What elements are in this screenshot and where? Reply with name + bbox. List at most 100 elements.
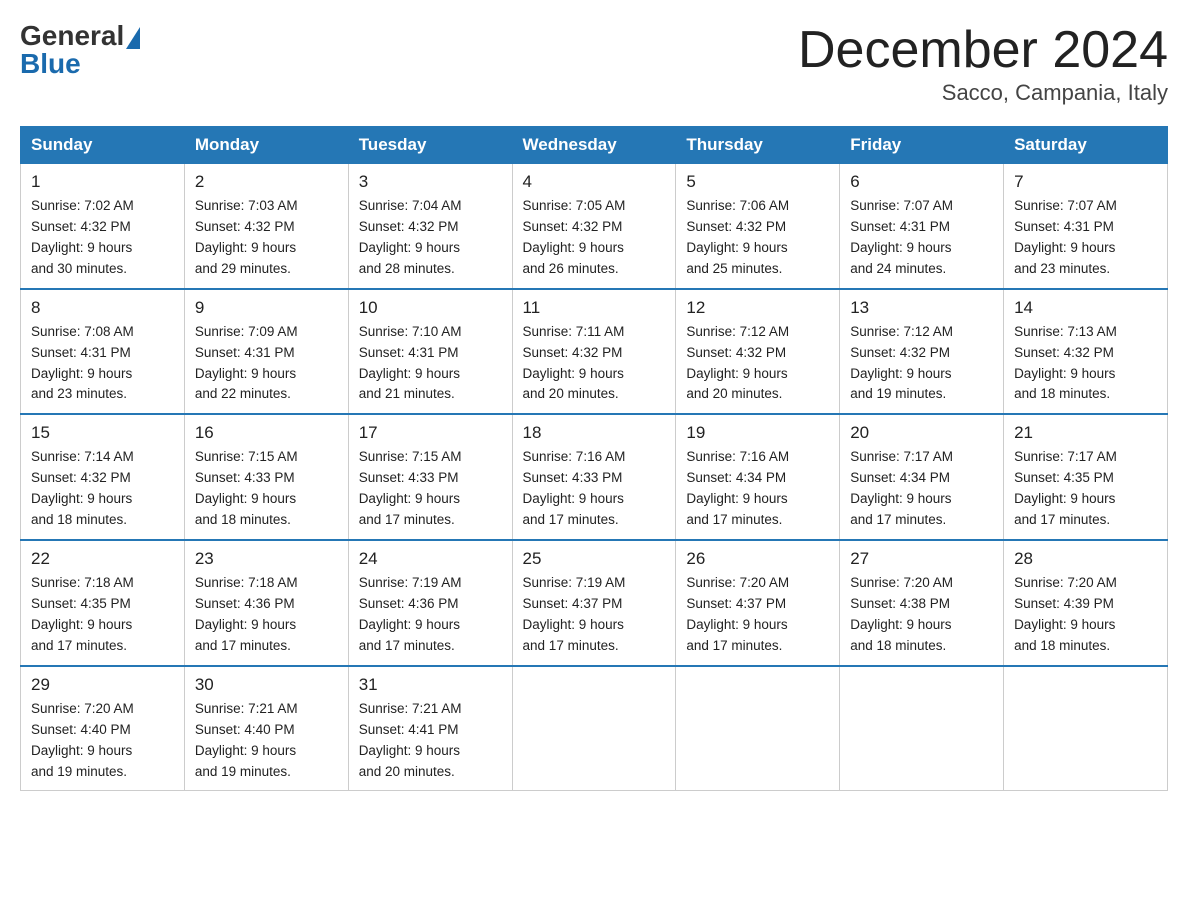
calendar-cell: 7 Sunrise: 7:07 AMSunset: 4:31 PMDayligh… [1004,164,1168,289]
week-row-1: 1 Sunrise: 7:02 AMSunset: 4:32 PMDayligh… [21,164,1168,289]
day-number: 28 [1014,549,1157,569]
day-info: Sunrise: 7:11 AMSunset: 4:32 PMDaylight:… [523,322,666,406]
calendar-cell: 8 Sunrise: 7:08 AMSunset: 4:31 PMDayligh… [21,289,185,415]
day-info: Sunrise: 7:15 AMSunset: 4:33 PMDaylight:… [359,447,502,531]
day-info: Sunrise: 7:10 AMSunset: 4:31 PMDaylight:… [359,322,502,406]
day-info: Sunrise: 7:21 AMSunset: 4:41 PMDaylight:… [359,699,502,783]
calendar-cell: 19 Sunrise: 7:16 AMSunset: 4:34 PMDaylig… [676,414,840,540]
day-number: 29 [31,675,174,695]
week-row-5: 29 Sunrise: 7:20 AMSunset: 4:40 PMDaylig… [21,666,1168,791]
day-number: 11 [523,298,666,318]
calendar-cell: 11 Sunrise: 7:11 AMSunset: 4:32 PMDaylig… [512,289,676,415]
day-info: Sunrise: 7:17 AMSunset: 4:35 PMDaylight:… [1014,447,1157,531]
day-info: Sunrise: 7:15 AMSunset: 4:33 PMDaylight:… [195,447,338,531]
calendar-cell [840,666,1004,791]
day-number: 18 [523,423,666,443]
page-header: General Blue December 2024 Sacco, Campan… [20,20,1168,106]
day-info: Sunrise: 7:16 AMSunset: 4:34 PMDaylight:… [686,447,829,531]
day-number: 19 [686,423,829,443]
day-number: 27 [850,549,993,569]
day-info: Sunrise: 7:20 AMSunset: 4:39 PMDaylight:… [1014,573,1157,657]
day-info: Sunrise: 7:19 AMSunset: 4:36 PMDaylight:… [359,573,502,657]
day-info: Sunrise: 7:04 AMSunset: 4:32 PMDaylight:… [359,196,502,280]
day-number: 3 [359,172,502,192]
calendar-cell: 27 Sunrise: 7:20 AMSunset: 4:38 PMDaylig… [840,540,1004,666]
day-info: Sunrise: 7:12 AMSunset: 4:32 PMDaylight:… [850,322,993,406]
col-header-saturday: Saturday [1004,127,1168,164]
calendar-cell: 25 Sunrise: 7:19 AMSunset: 4:37 PMDaylig… [512,540,676,666]
day-number: 15 [31,423,174,443]
day-info: Sunrise: 7:19 AMSunset: 4:37 PMDaylight:… [523,573,666,657]
col-header-monday: Monday [184,127,348,164]
calendar-cell [676,666,840,791]
calendar-cell: 26 Sunrise: 7:20 AMSunset: 4:37 PMDaylig… [676,540,840,666]
calendar-cell: 17 Sunrise: 7:15 AMSunset: 4:33 PMDaylig… [348,414,512,540]
calendar-cell: 6 Sunrise: 7:07 AMSunset: 4:31 PMDayligh… [840,164,1004,289]
day-number: 26 [686,549,829,569]
day-info: Sunrise: 7:16 AMSunset: 4:33 PMDaylight:… [523,447,666,531]
day-number: 14 [1014,298,1157,318]
day-info: Sunrise: 7:07 AMSunset: 4:31 PMDaylight:… [850,196,993,280]
day-number: 9 [195,298,338,318]
day-number: 12 [686,298,829,318]
calendar-cell: 1 Sunrise: 7:02 AMSunset: 4:32 PMDayligh… [21,164,185,289]
day-info: Sunrise: 7:08 AMSunset: 4:31 PMDaylight:… [31,322,174,406]
calendar-cell: 5 Sunrise: 7:06 AMSunset: 4:32 PMDayligh… [676,164,840,289]
calendar-cell: 22 Sunrise: 7:18 AMSunset: 4:35 PMDaylig… [21,540,185,666]
logo-blue-text: Blue [20,48,81,80]
calendar-cell: 30 Sunrise: 7:21 AMSunset: 4:40 PMDaylig… [184,666,348,791]
day-info: Sunrise: 7:13 AMSunset: 4:32 PMDaylight:… [1014,322,1157,406]
logo-triangle-icon [126,27,140,49]
calendar-cell [512,666,676,791]
day-number: 22 [31,549,174,569]
calendar-cell: 20 Sunrise: 7:17 AMSunset: 4:34 PMDaylig… [840,414,1004,540]
day-number: 25 [523,549,666,569]
calendar-cell: 29 Sunrise: 7:20 AMSunset: 4:40 PMDaylig… [21,666,185,791]
day-info: Sunrise: 7:18 AMSunset: 4:36 PMDaylight:… [195,573,338,657]
day-number: 7 [1014,172,1157,192]
day-info: Sunrise: 7:21 AMSunset: 4:40 PMDaylight:… [195,699,338,783]
header-row: SundayMondayTuesdayWednesdayThursdayFrid… [21,127,1168,164]
calendar-cell: 13 Sunrise: 7:12 AMSunset: 4:32 PMDaylig… [840,289,1004,415]
day-number: 5 [686,172,829,192]
day-info: Sunrise: 7:20 AMSunset: 4:38 PMDaylight:… [850,573,993,657]
calendar-cell: 18 Sunrise: 7:16 AMSunset: 4:33 PMDaylig… [512,414,676,540]
day-info: Sunrise: 7:18 AMSunset: 4:35 PMDaylight:… [31,573,174,657]
calendar-cell: 15 Sunrise: 7:14 AMSunset: 4:32 PMDaylig… [21,414,185,540]
day-number: 21 [1014,423,1157,443]
calendar-cell: 31 Sunrise: 7:21 AMSunset: 4:41 PMDaylig… [348,666,512,791]
day-info: Sunrise: 7:02 AMSunset: 4:32 PMDaylight:… [31,196,174,280]
calendar-cell: 23 Sunrise: 7:18 AMSunset: 4:36 PMDaylig… [184,540,348,666]
calendar-cell: 16 Sunrise: 7:15 AMSunset: 4:33 PMDaylig… [184,414,348,540]
day-number: 10 [359,298,502,318]
day-number: 13 [850,298,993,318]
title-block: December 2024 Sacco, Campania, Italy [798,20,1168,106]
day-number: 8 [31,298,174,318]
col-header-thursday: Thursday [676,127,840,164]
day-info: Sunrise: 7:09 AMSunset: 4:31 PMDaylight:… [195,322,338,406]
day-info: Sunrise: 7:17 AMSunset: 4:34 PMDaylight:… [850,447,993,531]
col-header-sunday: Sunday [21,127,185,164]
day-number: 6 [850,172,993,192]
day-number: 17 [359,423,502,443]
calendar-table: SundayMondayTuesdayWednesdayThursdayFrid… [20,126,1168,791]
day-info: Sunrise: 7:12 AMSunset: 4:32 PMDaylight:… [686,322,829,406]
day-number: 30 [195,675,338,695]
day-info: Sunrise: 7:20 AMSunset: 4:37 PMDaylight:… [686,573,829,657]
calendar-cell: 28 Sunrise: 7:20 AMSunset: 4:39 PMDaylig… [1004,540,1168,666]
calendar-cell: 4 Sunrise: 7:05 AMSunset: 4:32 PMDayligh… [512,164,676,289]
location-title: Sacco, Campania, Italy [798,80,1168,106]
day-number: 16 [195,423,338,443]
col-header-friday: Friday [840,127,1004,164]
day-number: 20 [850,423,993,443]
week-row-3: 15 Sunrise: 7:14 AMSunset: 4:32 PMDaylig… [21,414,1168,540]
calendar-cell [1004,666,1168,791]
day-number: 31 [359,675,502,695]
calendar-cell: 14 Sunrise: 7:13 AMSunset: 4:32 PMDaylig… [1004,289,1168,415]
calendar-cell: 21 Sunrise: 7:17 AMSunset: 4:35 PMDaylig… [1004,414,1168,540]
month-title: December 2024 [798,20,1168,80]
day-info: Sunrise: 7:14 AMSunset: 4:32 PMDaylight:… [31,447,174,531]
week-row-4: 22 Sunrise: 7:18 AMSunset: 4:35 PMDaylig… [21,540,1168,666]
calendar-cell: 2 Sunrise: 7:03 AMSunset: 4:32 PMDayligh… [184,164,348,289]
day-info: Sunrise: 7:07 AMSunset: 4:31 PMDaylight:… [1014,196,1157,280]
